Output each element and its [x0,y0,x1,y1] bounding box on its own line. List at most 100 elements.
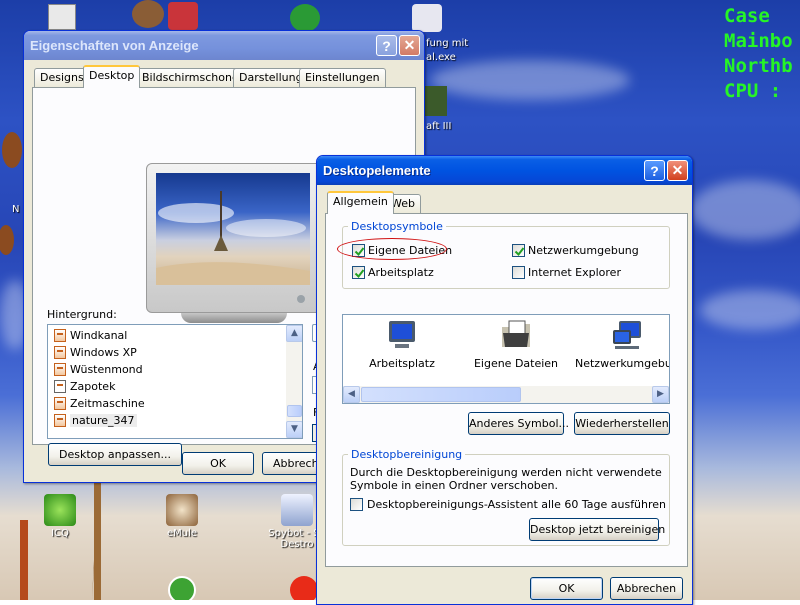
emule-mule-icon [166,494,198,526]
checkbox-label[interactable]: Eigene Dateien [368,244,452,257]
scroll-thumb[interactable] [361,387,521,402]
case-line: Case [724,5,770,27]
desktop-icon-dragon[interactable] [168,2,198,30]
wallpaper-preview [156,173,310,285]
ok-button[interactable]: OK [530,577,603,600]
desktop-items-window[interactable]: Desktopelemente ? ✕ Allgemein Web Deskto… [316,155,693,605]
my-documents-icon [500,319,532,351]
list-item[interactable]: Zeitmaschine [54,395,145,412]
my-computer-icon [386,319,418,351]
checkbox-my-computer[interactable] [352,266,365,279]
desktop-items-titlebar[interactable]: Desktopelemente ? ✕ [317,156,692,185]
list-item-selected[interactable]: nature_347 [54,412,137,429]
desktop-cleanup-group-title: Desktopbereinigung [348,448,466,461]
desktop-icon-label: eMule [166,528,198,539]
desktop-icon-f-globe[interactable] [290,4,320,32]
desktop-icon-icq[interactable]: ICQ [28,494,92,539]
restore-default-button[interactable]: Wiederherstellen [574,412,670,435]
image-file-icon [54,346,66,359]
s-app-icon[interactable] [290,576,318,600]
tab-designs[interactable]: Designs [34,68,90,88]
info-icon[interactable] [168,576,196,600]
checkmark-icon [514,247,525,257]
image-file-icon [54,329,66,342]
desktop-icon-documents[interactable] [48,4,76,30]
icon-preview-item[interactable]: Arbeitsplatz [347,319,457,370]
window-title: Desktopelemente [323,163,431,178]
desktop-icon-label-n: N [12,204,20,215]
northbridge-line: Northb [724,55,793,77]
network-places-icon [611,319,643,351]
scroll-right-button[interactable]: ▶ [652,386,669,403]
image-file-icon [54,363,66,376]
scroll-down-button[interactable]: ▼ [286,421,302,438]
list-item[interactable]: Wüstenmond [54,361,143,378]
tab-appearance[interactable]: Darstellung [233,68,309,88]
customize-desktop-button[interactable]: Desktop anpassen... [48,443,182,466]
cleanup-description-line: Symbole in einen Ordner verschoben. [350,479,559,492]
help-button[interactable]: ? [644,160,665,181]
desktop-icons-group [342,226,670,289]
checkbox-network-places[interactable] [512,244,525,257]
display-properties-titlebar[interactable]: Eigenschaften von Anzeige ? ✕ [24,31,424,60]
desktop-icon-label-aft: aft III [426,121,452,132]
list-item[interactable]: Windkanal [54,327,127,344]
close-button[interactable]: ✕ [667,160,688,181]
monitor-stand [181,313,287,323]
image-file-icon [54,397,66,410]
icon-preview-item[interactable]: Netzwerkumgebur [575,319,669,370]
general-tab-panel: Desktopsymbole Eigene Dateien Netzwerkum… [325,213,688,567]
cleanup-description-line: Durch die Desktopbereinigung werden nich… [350,466,662,479]
checkmark-icon [354,269,365,279]
checkbox-label[interactable]: Internet Explorer [528,266,621,279]
checkbox-my-documents[interactable] [352,244,365,257]
clean-desktop-now-button[interactable]: Desktop jetzt bereinigen [529,518,665,541]
change-icon-button[interactable]: Anderes Symbol... [468,412,569,435]
monitor-preview [146,163,322,313]
desktop-icon-label: ICQ [51,528,69,539]
desktop-icons-group-title: Desktopsymbole [348,220,446,233]
cpu-line: CPU : [724,80,782,102]
desktop-icon-label-fung: fung mit [426,38,469,49]
image-file-icon [54,414,66,427]
icon-preview-label: Eigene Dateien [473,357,559,370]
background-label: Hintergrund: [47,308,117,321]
scroll-up-button[interactable]: ▲ [286,325,302,342]
icon-preview-list[interactable]: Arbeitsplatz Eigene Dateien Netzwerkumge… [342,314,670,404]
checkbox-label[interactable]: Arbeitsplatz [368,266,434,279]
tab-settings[interactable]: Einstellungen [299,68,386,88]
ok-button[interactable]: OK [182,452,254,475]
desktop-icon-label-exe: al.exe [426,52,456,63]
desktop-icon-horse[interactable] [132,0,164,28]
tab-desktop[interactable]: Desktop [83,65,141,88]
horizontal-scrollbar[interactable]: ◀ ▶ [343,386,669,403]
background-list[interactable]: Windkanal Windows XP Wüstenmond Zapotek … [47,324,303,439]
case-info-overlay: Case Mainbo Northb CPU : [724,4,793,104]
desktop-icon-tv[interactable] [412,4,442,32]
icon-preview-item[interactable]: Eigene Dateien [461,319,571,370]
checkbox-label[interactable]: Desktopbereinigungs-Assistent alle 60 Ta… [367,498,666,511]
cancel-button[interactable]: Abbrechen [262,452,322,475]
mainboard-line: Mainbo [724,30,793,52]
checkbox-internet-explorer[interactable] [512,266,525,279]
icon-preview-label: Arbeitsplatz [369,357,435,370]
close-button[interactable]: ✕ [399,35,420,56]
scroll-left-button[interactable]: ◀ [343,386,360,403]
desktop-icon-emule[interactable]: eMule [150,494,214,539]
vertical-scrollbar[interactable]: ▲ ▼ [286,325,302,438]
list-item[interactable]: Zapotek [54,378,115,395]
wallpaper-preview-image [156,191,310,285]
icon-preview-label: Netzwerkumgebur [575,357,669,370]
checkbox-cleanup-wizard[interactable] [350,498,363,511]
desktop-icon-warcraft[interactable] [425,86,447,116]
brush-icon [54,380,66,393]
cancel-button[interactable]: Abbrechen [610,577,683,600]
icq-flower-icon [44,494,76,526]
spybot-icon [281,494,313,526]
checkbox-label[interactable]: Netzwerkumgebung [528,244,639,257]
list-item[interactable]: Windows XP [54,344,137,361]
scroll-thumb[interactable] [287,405,302,417]
help-button[interactable]: ? [376,35,397,56]
checkmark-icon [354,247,365,257]
tab-general[interactable]: Allgemein [327,191,394,214]
